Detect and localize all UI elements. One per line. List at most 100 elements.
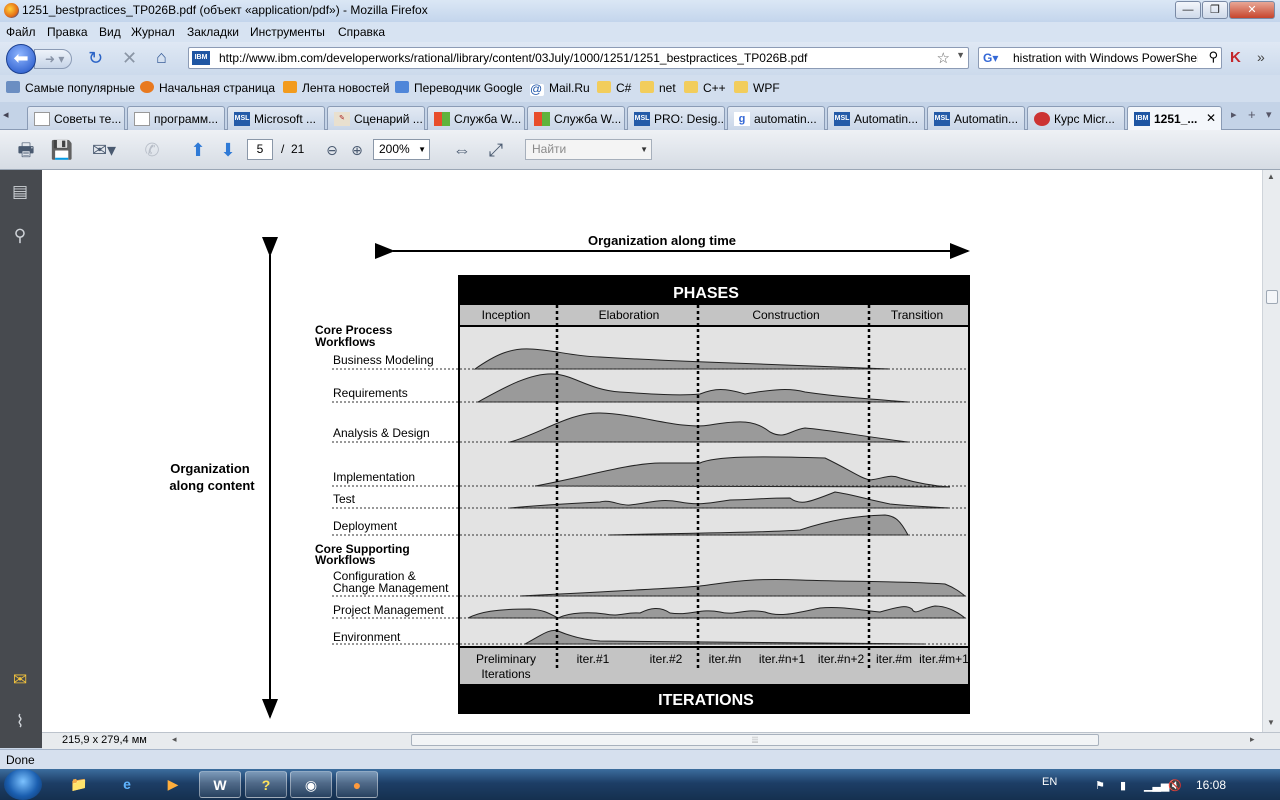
bookmark-google-translate[interactable]: Переводчик Google [395, 81, 523, 95]
close-button[interactable]: ✕ [1229, 1, 1275, 19]
bookmark-mailru[interactable]: @ Mail.Ru [530, 81, 590, 96]
bookmark-label: Переводчик Google [414, 81, 523, 95]
horizontal-scroll-thumb[interactable]: ⦙⦙⦙ [411, 734, 1099, 746]
word-icon[interactable]: W [199, 771, 241, 798]
previous-page-icon[interactable]: ⬆ [186, 138, 210, 162]
search-icon[interactable]: ⚲ [1208, 49, 1218, 65]
volume-icon[interactable]: 🔇 [1168, 779, 1182, 792]
print-icon[interactable]: 🖶 [14, 138, 38, 162]
menu-edit[interactable]: Правка [47, 25, 88, 39]
vertical-scrollbar[interactable]: ▲ ▼ [1262, 170, 1280, 732]
scroll-right-icon[interactable]: ▸ [1250, 734, 1255, 745]
chrome-icon[interactable]: ◉ [290, 771, 332, 798]
tab[interactable]: Советы те... [27, 106, 125, 130]
network-icon[interactable]: ▁▃▅ [1144, 779, 1169, 792]
url-dropdown-icon[interactable]: ▼ [956, 50, 965, 60]
tab[interactable]: Служба W... [527, 106, 625, 130]
tab-label: Automatin... [854, 112, 919, 126]
menu-tools[interactable]: Инструменты [250, 25, 325, 39]
all-tabs-icon[interactable]: ▾ [1266, 108, 1272, 121]
tab[interactable]: программ... [127, 106, 225, 130]
bookmark-news-feed[interactable]: Лента новостей [283, 81, 390, 95]
bookmark-label: Самые популярные [25, 81, 135, 95]
bookmark-label: C# [616, 81, 632, 95]
tab[interactable]: Курс Micr... [1027, 106, 1125, 130]
firefox-taskbar-icon[interactable]: ● [336, 771, 378, 798]
close-tab-icon[interactable]: ✕ [1206, 111, 1216, 125]
restore-button[interactable]: ❐ [1202, 1, 1228, 19]
bookmark-folder-net[interactable]: net [640, 81, 676, 95]
zoom-select[interactable]: 200% ▼ [373, 139, 430, 160]
site-identity-badge[interactable]: IBM [192, 51, 210, 65]
zoom-in-icon[interactable]: ⊕ [345, 138, 369, 162]
save-icon[interactable]: 💾 [50, 138, 74, 162]
menu-history[interactable]: Журнал [131, 25, 175, 39]
url-text[interactable]: http://www.ibm.com/developerworks/ration… [219, 51, 807, 65]
internet-explorer-icon[interactable]: e [106, 771, 148, 798]
tab-label: PRO: Desig... [654, 112, 725, 126]
tab-scroll-left-icon[interactable]: ◂ [3, 108, 9, 121]
tab[interactable]: ✎ Сценарий ... [327, 106, 425, 130]
clock[interactable]: 16:08 [1196, 778, 1226, 792]
comments-panel-icon[interactable]: ✉ [9, 670, 31, 692]
tab-scroll-right-icon[interactable]: ▸ [1231, 108, 1237, 121]
scroll-left-icon[interactable]: ◂ [172, 734, 177, 745]
bookmark-start-page[interactable]: Начальная страница [140, 81, 275, 95]
msl-icon: MSL [234, 112, 250, 126]
msl-icon: MSL [634, 112, 650, 126]
back-button[interactable]: ⬅ [6, 44, 36, 74]
menu-more-icon[interactable]: » [1257, 49, 1265, 65]
new-tab-icon[interactable]: + [1248, 107, 1256, 122]
language-indicator[interactable]: EN [1042, 776, 1057, 788]
google-icon[interactable]: G▾ [983, 51, 998, 65]
kaspersky-icon[interactable]: K [1230, 49, 1241, 66]
zoom-out-icon[interactable]: ⊖ [320, 138, 344, 162]
next-page-icon[interactable]: ⬇ [216, 138, 240, 162]
scroll-down-icon[interactable]: ▼ [1267, 718, 1275, 727]
tab-active[interactable]: IBM 1251_... ✕ [1127, 106, 1222, 131]
tab[interactable]: MSL PRO: Desig... [627, 106, 725, 130]
stop-icon[interactable]: ✕ [122, 48, 137, 69]
scroll-up-icon[interactable]: ▲ [1267, 172, 1275, 181]
bookmark-folder-cpp[interactable]: C++ [684, 81, 726, 95]
menu-file[interactable]: Файл [6, 25, 36, 39]
tab[interactable]: MSL Automatin... [927, 106, 1025, 130]
fit-page-icon[interactable]: ⤢ [484, 138, 508, 162]
attachments-panel-icon[interactable]: ⌇ [9, 712, 31, 734]
menu-view[interactable]: Вид [99, 25, 121, 39]
flag-icon[interactable]: ⚑ [1095, 779, 1105, 792]
page-number-input[interactable]: 5 [247, 139, 273, 160]
media-player-icon[interactable]: ▶ [152, 771, 194, 798]
search-bar[interactable]: G▾ histration with Windows PowerShell ⚲ [978, 47, 1222, 69]
find-input[interactable]: Найти ▼ [525, 139, 652, 160]
bookmark-star-icon[interactable]: ☆ [937, 49, 950, 67]
bookmark-folder-csharp[interactable]: C# [597, 81, 631, 95]
bookmark-label: Начальная страница [159, 81, 276, 95]
menu-bookmarks[interactable]: Закладки [187, 25, 239, 39]
scroll-thumb[interactable] [1266, 290, 1278, 304]
minimize-button[interactable]: — [1175, 1, 1201, 19]
google-icon: g [734, 112, 750, 126]
help-icon[interactable]: ? [245, 771, 287, 798]
tab[interactable]: MSL Automatin... [827, 106, 925, 130]
pages-panel-icon[interactable]: ▤ [9, 182, 31, 204]
tab-label: Служба W... [554, 112, 622, 126]
tab[interactable]: MSL Microsoft ... [227, 106, 325, 130]
bookmark-folder-wpf[interactable]: WPF [734, 81, 780, 95]
search-input[interactable]: histration with Windows PowerShell [1013, 51, 1198, 65]
fit-width-icon[interactable]: ⇔ [450, 138, 474, 162]
url-bar[interactable]: IBM http://www.ibm.com/developerworks/ra… [188, 47, 969, 69]
power-icon[interactable]: ▮ [1120, 779, 1126, 792]
tab[interactable]: g automatin... [727, 106, 825, 130]
bookmarks-panel-icon[interactable]: ⚲ [9, 226, 31, 248]
start-button[interactable] [4, 769, 42, 800]
comment-icon[interactable]: ✆ [140, 138, 164, 162]
home-icon[interactable]: ⌂ [156, 47, 167, 68]
tab[interactable]: Служба W... [427, 106, 525, 130]
reload-icon[interactable]: ↻ [88, 48, 103, 69]
bookmark-most-visited[interactable]: Самые популярные [6, 81, 135, 95]
share-icon[interactable]: ✉▾ [88, 138, 120, 162]
explorer-icon[interactable]: 📁 [58, 771, 100, 798]
forward-button[interactable]: ➜ ▾ [34, 49, 72, 69]
menu-help[interactable]: Справка [338, 25, 385, 39]
